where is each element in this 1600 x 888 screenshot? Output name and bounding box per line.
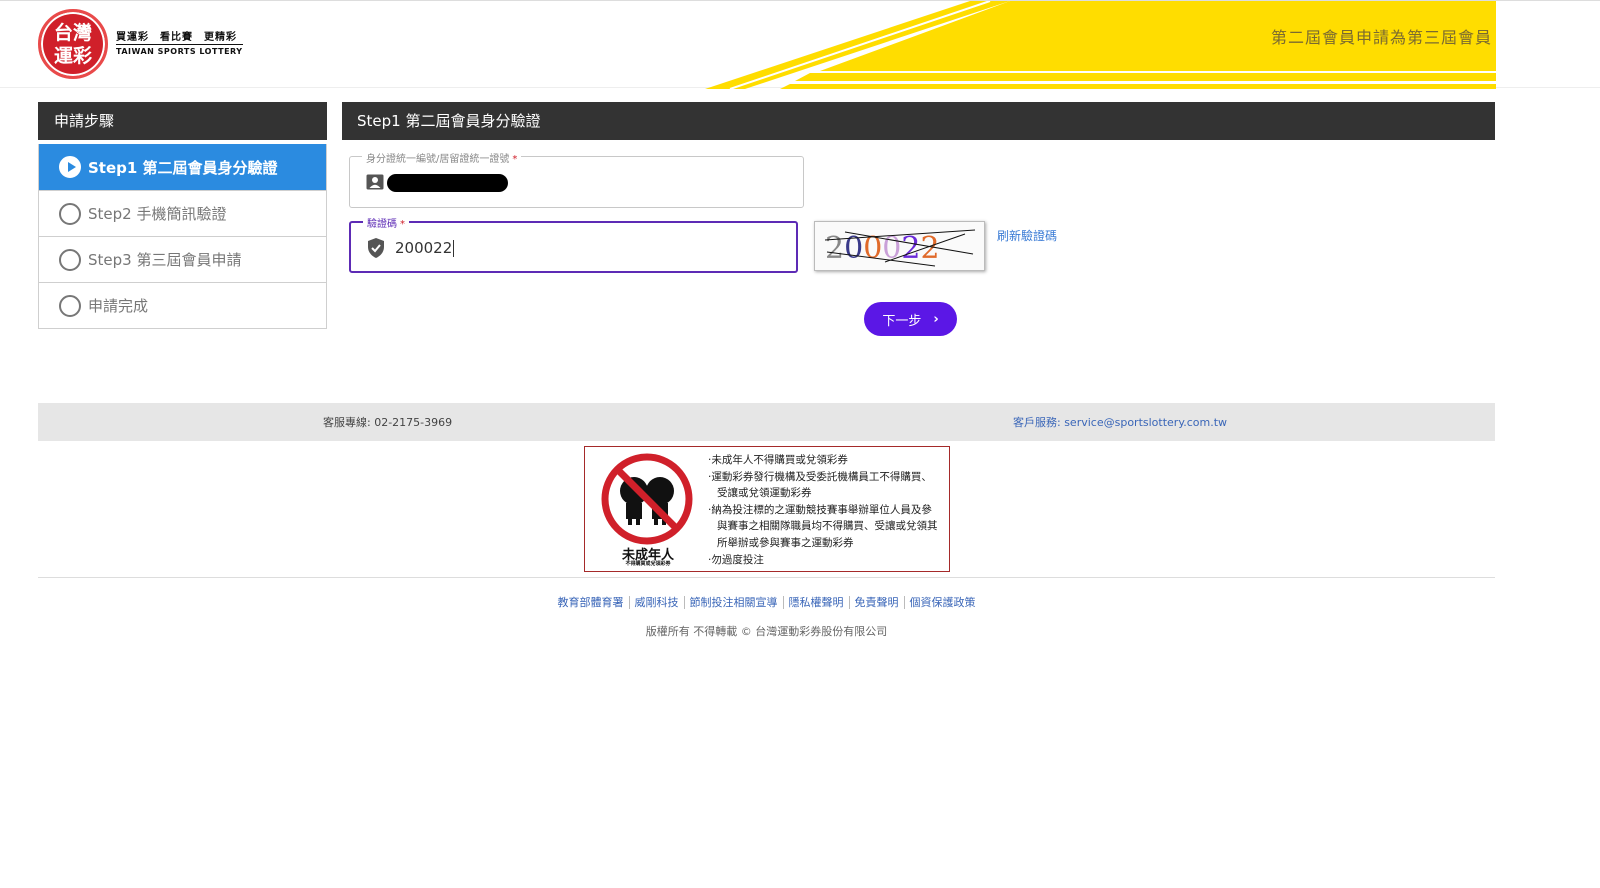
main-title: Step1 第二屆會員身分驗證 [342,102,1495,140]
service-email[interactable]: 客戶服務: service@sportslottery.com.tw [1013,414,1227,430]
captcha-field-label: 驗證碼 [367,219,397,230]
sidebar-step-2[interactable]: Step2 手機簡訊驗證 [39,190,326,236]
sidebar-step-3[interactable]: Step3 第三屆會員申請 [39,236,326,282]
page-title: 第二屆會員申請為第三屆會員 [1270,28,1492,47]
chevron-right-icon: › [933,311,939,327]
captcha-value: 200022 [395,239,453,257]
step-list: Step1 第二屆會員身分驗證 Step2 手機簡訊驗證 Step3 第三屆會員… [38,144,327,329]
warning-subcaption: 不得購買或兌領彩券 [625,561,671,567]
required-mark: * [512,154,518,165]
step-label: 申請完成 [88,297,149,315]
play-circle-icon [59,156,81,178]
logo-text-line1: 台灣 [53,22,92,44]
footer-link[interactable]: 威剛科技 [628,596,684,609]
footer-link[interactable]: 免責聲明 [848,596,904,609]
service-phone: 客服專線: 02-2175-3969 [323,416,453,429]
captcha-digit-5: 2 [901,231,920,266]
copyright: 版權所有 不得轉載 © 台灣運動彩券股份有限公司 [645,625,888,638]
refresh-captcha-link[interactable]: 刷新驗證碼 [997,227,1057,244]
header: 台灣 運彩 買運彩 看比賽 更精彩 TAIWAN SPORTS LOTTERY … [0,0,1600,89]
warning-text: ‧未成年人不得購買或兌領彩券 ‧運動彩券發行機構及受委託機構員工不得購買、受讓或… [708,452,938,568]
step-label: Step2 手機簡訊驗證 [88,205,227,223]
no-minors-icon [601,453,693,545]
warning-line: ‧未成年人不得購買或兌領彩券 [708,454,848,466]
radio-circle-icon [59,248,81,271]
captcha-input[interactable]: 驗證碼 * 200022 [349,215,798,273]
id-card-icon [366,174,384,190]
redacted-value [387,174,508,192]
sidebar-step-done[interactable]: 申請完成 [39,282,326,328]
sidebar-title: 申請步驟 [38,102,327,140]
warning-line: ‧納為投注標的之運動競技賽事舉辦單位人員及參與賽事之相關隊職員均不得購買、受讓或… [708,503,938,549]
service-bar: 客服專線: 02-2175-3969 客戶服務: service@sportsl… [38,403,1495,441]
next-label: 下一步 [882,313,922,329]
warning-line: ‧運動彩券發行機構及受委託機構員工不得購買、受讓或兌領運動彩券 [708,470,932,500]
captcha-digit-1: 2 [825,231,844,266]
warning-line: ‧勿過度投注 [708,553,764,566]
shield-check-icon [368,238,384,258]
sidebar-step-1[interactable]: Step1 第二屆會員身分驗證 [39,144,326,190]
sidebar: 申請步驟 Step1 第二屆會員身分驗證 Step2 手機簡訊驗證 Step3 … [38,102,327,329]
footer-link[interactable]: 節制投注相關宣導 [683,596,783,609]
radio-circle-icon [59,294,81,317]
logo-text-line2: 運彩 [53,45,92,67]
text-caret [453,240,455,257]
slogan: 買運彩 看比賽 更精彩 [116,32,237,43]
footer-link[interactable]: 隱私權聲明 [782,596,849,609]
footer-link[interactable]: 個資保護政策 [903,596,981,609]
footer-link[interactable]: 教育部體育署 [553,596,629,609]
step-label: Step3 第三屆會員申請 [88,251,242,269]
captcha-image: 200022 [814,221,985,271]
id-field-label: 身分證統一編號/居留證統一證號 [366,154,510,165]
minor-warning-box: 未成年人 不得購買或兌領彩券 ‧未成年人不得購買或兌領彩券 ‧運動彩券發行機構及… [584,446,950,572]
footer-links: 教育部體育署 威剛科技 節制投注相關宣導 隱私權聲明 免責聲明 個資保護政策 [0,594,1533,610]
next-button[interactable]: 下一步 › [864,302,957,336]
step-label: Step1 第二屆會員身分驗證 [88,158,278,177]
id-number-field[interactable]: 身分證統一編號/居留證統一證號 * [349,150,804,208]
captcha-digit-2: 0 [844,231,863,266]
required-mark: * [400,219,405,230]
footer-divider [38,577,1495,578]
logo[interactable]: 台灣 運彩 [38,9,108,79]
slogan-en: TAIWAN SPORTS LOTTERY [116,44,243,56]
radio-circle-icon [59,202,81,225]
